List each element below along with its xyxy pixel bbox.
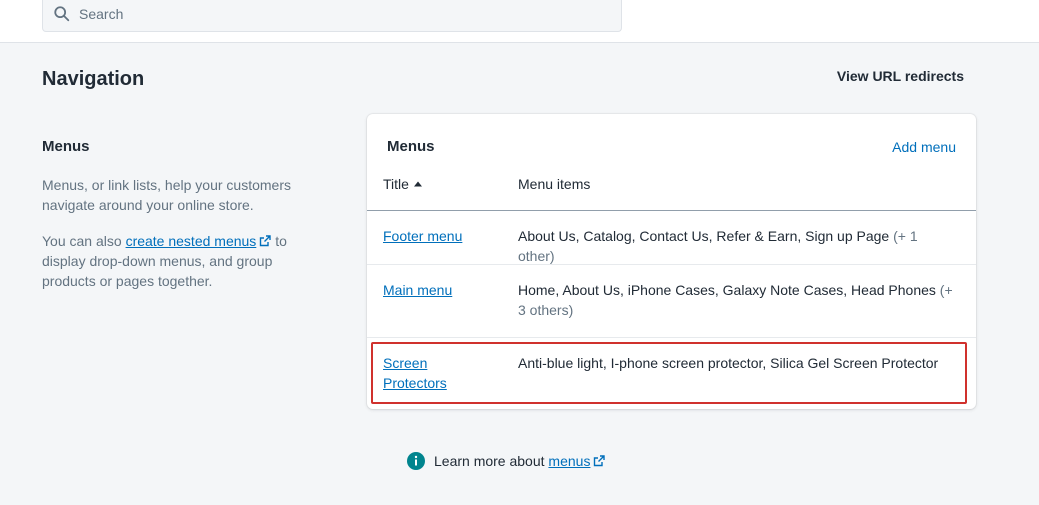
menu-items-cell: About Us, Catalog, Contact Us, Refer & E… (518, 226, 958, 266)
table-row: Footer menu About Us, Catalog, Contact U… (367, 211, 976, 264)
search-bar[interactable] (42, 0, 622, 32)
search-icon (54, 6, 70, 22)
menu-items-text: Anti-blue light, I-phone screen protecto… (518, 355, 939, 371)
page-title: Navigation (42, 68, 145, 90)
view-url-redirects-link[interactable]: View URL redirects (837, 68, 964, 84)
table-row: Screen Protectors Anti-blue light, I-pho… (367, 337, 976, 409)
menu-title-link[interactable]: Screen Protectors (383, 353, 493, 393)
info-icon (407, 452, 425, 470)
menu-title-link[interactable]: Main menu (383, 280, 493, 300)
column-header-title[interactable]: Title (383, 176, 423, 192)
column-header-menu-items: Menu items (518, 176, 591, 192)
search-input[interactable] (79, 0, 599, 30)
table-row: Main menu Home, About Us, iPhone Cases, … (367, 264, 976, 337)
create-nested-menus-link[interactable]: create nested menus (126, 233, 257, 249)
menu-title-link[interactable]: Footer menu (383, 226, 493, 246)
external-link-icon (260, 235, 272, 247)
menu-items-cell: Home, About Us, iPhone Cases, Galaxy Not… (518, 280, 958, 320)
menus-card: Menus Add menu Title Menu items Footer m… (367, 114, 976, 409)
nested-prefix: You can also (42, 233, 126, 249)
menu-items-text: Home, About Us, iPhone Cases, Galaxy Not… (518, 282, 936, 298)
add-menu-button[interactable]: Add menu (892, 139, 956, 155)
section-heading: Menus (42, 138, 90, 155)
menu-items-text: About Us, Catalog, Contact Us, Refer & E… (518, 228, 890, 244)
menu-items-cell: Anti-blue light, I-phone screen protecto… (518, 353, 958, 373)
learn-more: Learn more about menus (407, 452, 606, 470)
card-title: Menus (387, 138, 435, 155)
menus-help-link[interactable]: menus (548, 453, 590, 469)
sort-ascending-icon (413, 181, 422, 187)
learn-more-prefix: Learn more about (434, 453, 545, 469)
section-description: Menus, or link lists, help your customer… (42, 177, 291, 213)
column-header-title-label: Title (383, 176, 409, 192)
nested-menus-description: You can also create nested menus to disp… (42, 231, 312, 291)
external-link-icon (594, 455, 606, 467)
top-bar (0, 0, 1039, 43)
